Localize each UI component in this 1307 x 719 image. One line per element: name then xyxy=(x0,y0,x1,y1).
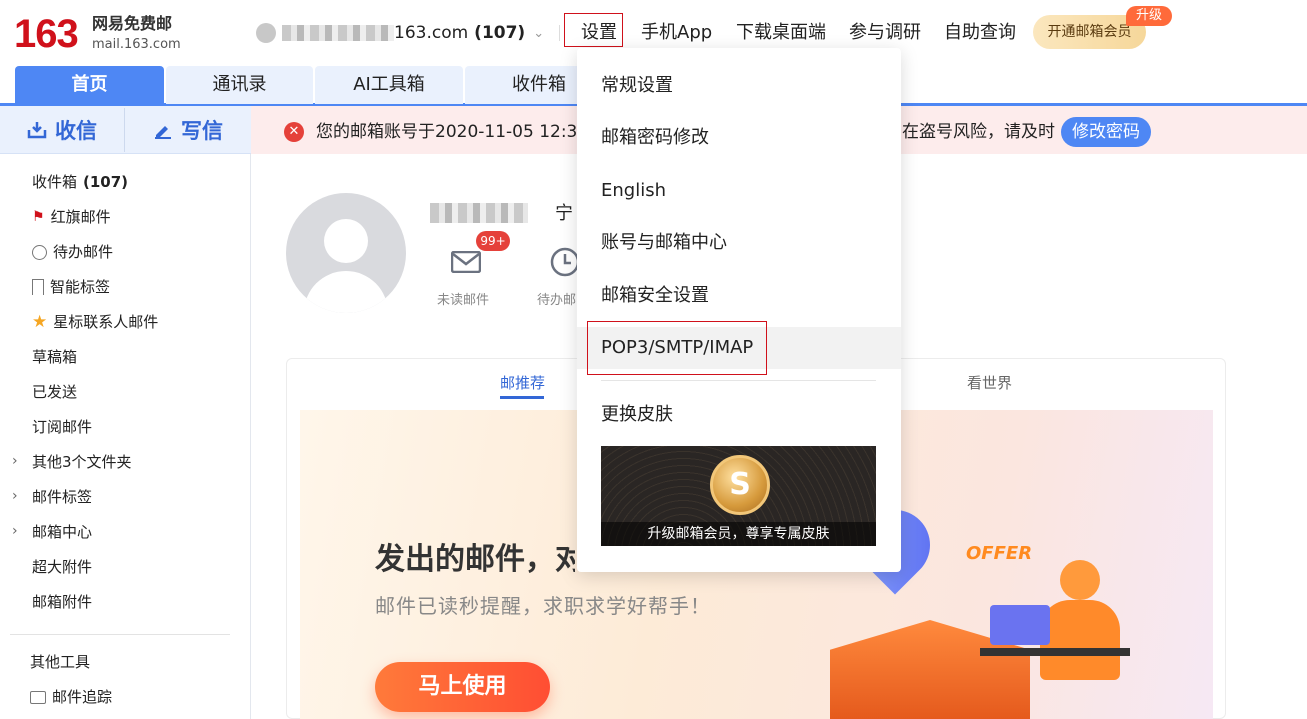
mobile-app-link[interactable]: 手机App xyxy=(641,20,712,46)
settings-highlight-box xyxy=(564,13,623,47)
sidebar-item-mail-center[interactable]: 邮箱中心 xyxy=(32,522,92,542)
sidebar xyxy=(0,106,251,719)
sidebar-item-subscriptions[interactable]: 订阅邮件 xyxy=(32,417,92,437)
sidebar-item-todo[interactable]: 待办邮件 xyxy=(32,242,113,262)
star-icon: ★ xyxy=(32,312,48,332)
dollar-coin-icon: S xyxy=(710,455,770,515)
active-tab-indicator xyxy=(500,396,544,399)
sidebar-item-label: 智能标签 xyxy=(50,278,111,296)
todo-mail-stat[interactable] xyxy=(550,247,580,281)
unread-mail-stat[interactable] xyxy=(450,250,482,277)
avatar-head-shape xyxy=(324,219,368,263)
use-now-button[interactable]: 马上使用 xyxy=(375,662,550,712)
account-unread-count: (107) xyxy=(474,23,526,43)
compose-bar: 收信 写信 xyxy=(0,106,251,154)
menu-item-change-password[interactable]: 邮箱密码修改 xyxy=(601,125,709,151)
promo-title: 发出的邮件，对 xyxy=(375,542,575,577)
blurred-user-name xyxy=(430,203,528,227)
clock-icon xyxy=(550,247,580,277)
menu-item-english[interactable]: English xyxy=(601,178,666,204)
logo-163[interactable]: 163 xyxy=(14,10,79,58)
promo-subtitle: 邮件已读秒提醒，求职求学好帮手！ xyxy=(375,594,711,618)
tab-contacts[interactable]: 通讯录 xyxy=(166,66,313,104)
sidebar-item-smart-tags[interactable]: 智能标签 xyxy=(32,277,110,297)
chevron-right-icon[interactable]: › xyxy=(12,523,18,539)
alert-message-tail: 在盗号风险，请及时 xyxy=(902,122,1055,142)
change-password-button[interactable]: 修改密码 xyxy=(1061,117,1151,147)
sidebar-item-starred-contacts[interactable]: ★ 星标联系人邮件 xyxy=(32,312,158,332)
clock-icon xyxy=(32,244,47,260)
error-icon: ✕ xyxy=(284,122,304,142)
user-avatar[interactable] xyxy=(286,193,406,313)
tab-home[interactable]: 首页 xyxy=(15,66,164,104)
bookmark-icon xyxy=(32,279,44,295)
account-switcher[interactable]: 163.com (107) ⌄ xyxy=(256,19,544,47)
account-avatar-icon xyxy=(256,23,276,43)
alert-message: 您的邮箱账号于2020-11-05 12:3 xyxy=(316,122,578,142)
sidebar-divider xyxy=(10,634,230,635)
tab-world[interactable]: 看世界 xyxy=(967,372,1012,393)
logo-title: 网易免费邮 xyxy=(92,14,173,33)
person-illustration xyxy=(980,560,1130,719)
sidebar-item-label: 收件箱 xyxy=(32,173,78,191)
sidebar-item-label: 红旗邮件 xyxy=(50,208,111,226)
todo-mail-label: 待办邮 xyxy=(537,293,577,308)
red-flag-icon: ⚑ xyxy=(32,209,45,225)
user-name-tail: 宁 xyxy=(555,203,573,224)
account-domain: 163.com xyxy=(394,23,469,43)
skin-promo-caption: 升级邮箱会员，尊享专属皮肤 xyxy=(601,522,876,546)
sidebar-item-other-tools[interactable]: 其他工具 xyxy=(30,652,90,672)
unread-count-badge: 99+ xyxy=(476,231,510,251)
mail-icon xyxy=(30,690,46,704)
receive-mail-label: 收信 xyxy=(55,119,97,143)
compose-bar-divider xyxy=(124,108,125,152)
header-divider xyxy=(559,25,560,41)
avatar-body-shape xyxy=(304,271,388,313)
menu-divider xyxy=(601,380,876,381)
inbox-icon xyxy=(27,122,47,139)
menu-item-security-settings[interactable]: 邮箱安全设置 xyxy=(601,283,709,309)
receive-mail-button[interactable]: 收信 xyxy=(0,106,124,154)
write-mail-button[interactable]: 写信 xyxy=(126,106,250,154)
sidebar-item-label: 待办邮件 xyxy=(53,243,114,261)
chevron-right-icon[interactable]: › xyxy=(12,488,18,504)
survey-link[interactable]: 参与调研 xyxy=(849,20,921,46)
pop3-highlight-box xyxy=(587,321,767,375)
unread-mail-label: 未读邮件 xyxy=(437,293,490,308)
tab-recommend[interactable]: 邮推荐 xyxy=(500,372,545,393)
chevron-right-icon[interactable]: › xyxy=(12,453,18,469)
self-service-link[interactable]: 自助查询 xyxy=(944,20,1016,46)
chevron-down-icon: ⌄ xyxy=(533,25,545,41)
menu-item-change-skin[interactable]: 更换皮肤 xyxy=(601,402,673,428)
sidebar-item-label: 星标联系人邮件 xyxy=(53,313,159,331)
sidebar-item-drafts[interactable]: 草稿箱 xyxy=(32,347,77,367)
envelope-icon xyxy=(450,250,482,274)
tab-ai-tools[interactable]: AI工具箱 xyxy=(315,66,463,104)
sidebar-item-mail-tracking[interactable]: 邮件追踪 xyxy=(30,687,112,707)
menu-item-general-settings[interactable]: 常规设置 xyxy=(601,73,673,99)
logo-domain: mail.163.com xyxy=(92,37,181,52)
menu-item-account-center[interactable]: 账号与邮箱中心 xyxy=(601,230,727,256)
upgrade-badge: 升级 xyxy=(1126,6,1172,26)
sidebar-item-flagged[interactable]: ⚑ 红旗邮件 xyxy=(32,207,111,227)
blurred-account-name xyxy=(282,25,394,41)
sidebar-item-inbox[interactable]: 收件箱 (107) xyxy=(32,172,128,192)
pen-icon xyxy=(155,126,171,139)
sidebar-item-other-folders[interactable]: 其他3个文件夹 xyxy=(32,452,132,472)
sidebar-item-large-attachments[interactable]: 超大附件 xyxy=(32,557,92,577)
sidebar-item-label: 邮件追踪 xyxy=(52,688,113,706)
sidebar-inbox-count: (107) xyxy=(83,173,129,191)
sidebar-item-mail-tags[interactable]: 邮件标签 xyxy=(32,487,92,507)
write-mail-label: 写信 xyxy=(181,119,223,143)
sidebar-item-sent[interactable]: 已发送 xyxy=(32,382,77,402)
sidebar-item-attachments[interactable]: 邮箱附件 xyxy=(32,592,92,612)
desktop-download-link[interactable]: 下载桌面端 xyxy=(736,20,826,46)
offer-label: OFFER xyxy=(966,543,1033,564)
